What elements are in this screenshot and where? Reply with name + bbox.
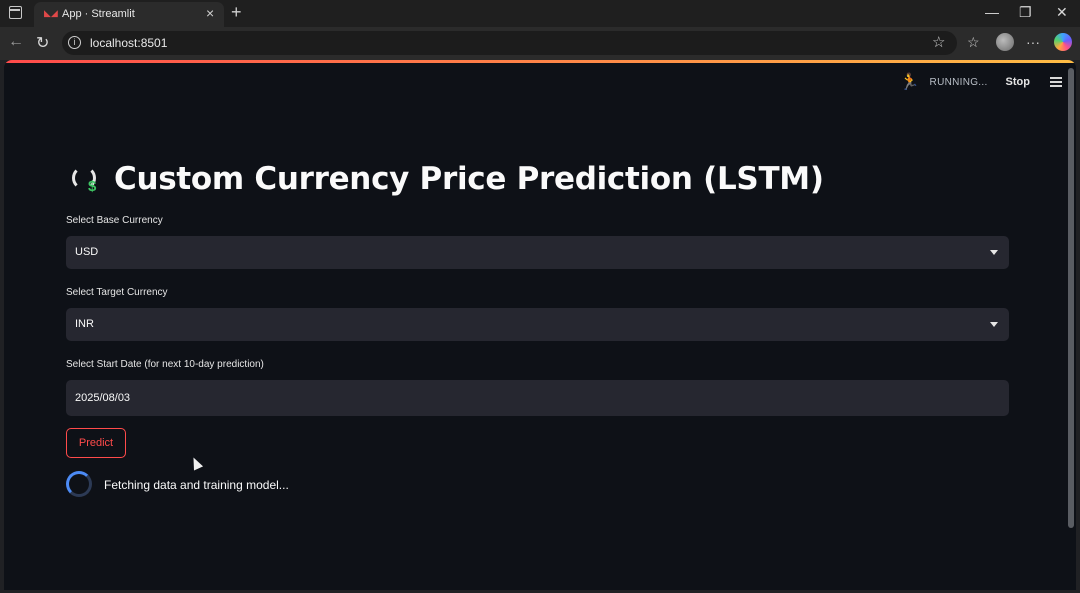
chevron-down-icon	[990, 250, 998, 255]
tab-bar: ◣◢ App · Streamlit × + — ❐ ✕	[0, 0, 1080, 27]
tab-close-icon[interactable]: ×	[206, 5, 214, 21]
back-icon[interactable]: ←	[8, 33, 24, 51]
profile-avatar[interactable]	[996, 33, 1014, 51]
streamlit-app: 🏃 RUNNING... Stop $ Custom Currency Pric…	[4, 60, 1076, 590]
spinner-message: Fetching data and training model...	[104, 478, 289, 492]
start-date-value[interactable]: 2025/08/03	[75, 392, 130, 404]
target-currency-label: Select Target Currency	[66, 287, 168, 298]
favorite-star-icon[interactable]: ☆	[932, 33, 945, 51]
tab-title: App · Streamlit	[62, 8, 135, 20]
scrollbar[interactable]	[1068, 68, 1074, 528]
page-title-text: Custom Currency Price Prediction (LSTM)	[114, 161, 824, 197]
page-title: $ Custom Currency Price Prediction (LSTM…	[70, 157, 824, 201]
app-status-area: 🏃 RUNNING... Stop	[900, 72, 1062, 92]
reload-icon[interactable]: ↻	[36, 33, 49, 53]
minimize-icon[interactable]: —	[985, 4, 999, 20]
predict-button[interactable]: Predict	[66, 428, 126, 458]
address-bar[interactable]: i localhost:8501 ☆	[62, 31, 957, 55]
target-currency-select[interactable]: INR	[66, 308, 1009, 341]
base-currency-select[interactable]: USD	[66, 236, 1009, 269]
browser-tab[interactable]: ◣◢ App · Streamlit ×	[34, 2, 224, 27]
start-date-label: Select Start Date (for next 10-day predi…	[66, 359, 264, 370]
site-info-icon[interactable]: i	[68, 36, 81, 49]
running-man-icon: 🏃	[899, 74, 920, 91]
mouse-cursor-icon	[188, 455, 204, 471]
copilot-icon[interactable]	[1054, 33, 1072, 51]
stop-button[interactable]: Stop	[1006, 76, 1030, 88]
loading-spinner-icon	[66, 471, 92, 497]
currency-exchange-icon: $	[70, 164, 100, 195]
more-options-icon[interactable]: ···	[1026, 34, 1040, 50]
new-tab-icon[interactable]: +	[231, 2, 242, 23]
running-status: RUNNING...	[929, 76, 988, 88]
target-currency-value: INR	[75, 318, 94, 330]
start-date-input[interactable]: 2025/08/03	[66, 380, 1009, 416]
base-currency-label: Select Base Currency	[66, 215, 163, 226]
url-text[interactable]: localhost:8501	[90, 36, 167, 50]
app-decoration-bar	[4, 60, 1076, 63]
chevron-down-icon	[990, 322, 998, 327]
browser-window: ◣◢ App · Streamlit × + — ❐ ✕ ← ↻ i local…	[0, 0, 1080, 593]
close-icon[interactable]: ✕	[1056, 4, 1068, 21]
hamburger-menu-icon[interactable]	[1050, 77, 1062, 87]
streamlit-favicon-icon: ◣◢	[44, 8, 58, 18]
tab-actions-icon[interactable]	[9, 6, 22, 19]
base-currency-value: USD	[75, 246, 99, 258]
restore-icon[interactable]: ❐	[1019, 4, 1032, 21]
favorites-icon[interactable]: ☆	[967, 34, 980, 51]
address-toolbar: ← ↻ i localhost:8501 ☆ ☆ ···	[0, 27, 1080, 60]
